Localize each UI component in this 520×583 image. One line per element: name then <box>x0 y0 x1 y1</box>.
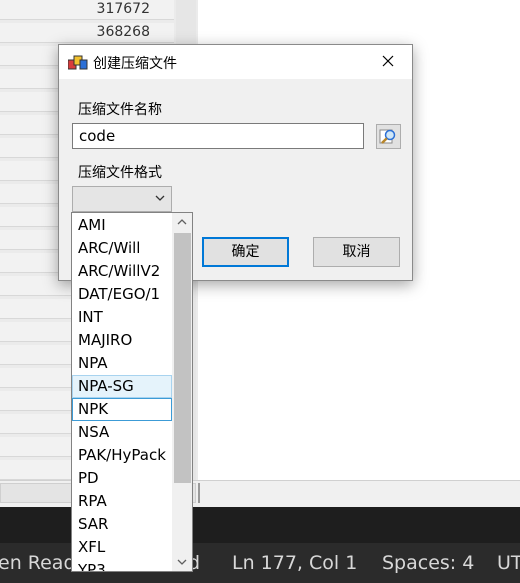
archive-format-combobox[interactable] <box>72 186 172 212</box>
browse-button[interactable] <box>376 124 401 149</box>
ok-button[interactable]: 确定 <box>202 237 289 267</box>
format-option-sar[interactable]: SAR <box>72 513 172 536</box>
format-option-arc-willv2[interactable]: ARC/WillV2 <box>72 260 172 283</box>
splitter-handle[interactable] <box>198 483 200 503</box>
format-option-rpa[interactable]: RPA <box>72 490 172 513</box>
dropdown-scroll-thumb[interactable] <box>174 233 191 483</box>
close-icon <box>382 55 394 67</box>
list-row[interactable]: 368268 <box>0 23 174 43</box>
format-option-ami[interactable]: AMI <box>72 214 172 237</box>
list-row-value: 368268 <box>96 24 150 40</box>
format-option-majiro[interactable]: MAJIRO <box>72 329 172 352</box>
scroll-up-button[interactable] <box>172 213 192 231</box>
chevron-down-icon <box>177 559 187 565</box>
format-option-int[interactable]: INT <box>72 306 172 329</box>
dialog-title: 创建压缩文件 <box>93 56 177 72</box>
chevron-down-icon <box>155 195 165 201</box>
archive-name-label: 压缩文件名称 <box>78 102 162 118</box>
dialog-titlebar[interactable]: 创建压缩文件 <box>59 45 412 79</box>
scroll-down-button[interactable] <box>172 553 192 571</box>
archive-name-input[interactable]: code <box>72 123 364 149</box>
browse-icon <box>379 129 396 144</box>
format-option-npa-sg[interactable]: NPA-SG <box>72 375 172 398</box>
archive-format-label: 压缩文件格式 <box>78 165 162 181</box>
format-option-npk[interactable]: NPK <box>72 398 172 421</box>
cancel-button[interactable]: 取消 <box>313 237 400 267</box>
format-dropdown-list[interactable]: AMI ARC/Will ARC/WillV2 DAT/EGO/1 INT MA… <box>71 212 193 572</box>
status-encoding[interactable]: UT <box>497 543 520 583</box>
list-row-value: 317672 <box>96 1 150 17</box>
format-option-arc-will[interactable]: ARC/Will <box>72 237 172 260</box>
format-option-yp3[interactable]: YP3 <box>72 559 172 571</box>
format-option-dat-ego-1[interactable]: DAT/EGO/1 <box>72 283 172 306</box>
format-option-pak-hypack[interactable]: PAK/HyPack <box>72 444 172 467</box>
format-option-npa[interactable]: NPA <box>72 352 172 375</box>
chevron-up-icon <box>177 219 187 225</box>
close-button[interactable] <box>366 45 412 79</box>
format-option-pd[interactable]: PD <box>72 467 172 490</box>
status-indentation[interactable]: Spaces: 4 <box>382 543 474 583</box>
list-row[interactable]: 317672 <box>0 0 174 20</box>
app-icon <box>68 55 88 70</box>
format-option-xfl[interactable]: XFL <box>72 536 172 559</box>
format-option-nsa[interactable]: NSA <box>72 421 172 444</box>
status-screen-reader[interactable]: en Read <box>0 543 76 583</box>
status-cursor-position[interactable]: Ln 177, Col 1 <box>232 543 357 583</box>
dropdown-scrollbar[interactable] <box>172 213 192 571</box>
